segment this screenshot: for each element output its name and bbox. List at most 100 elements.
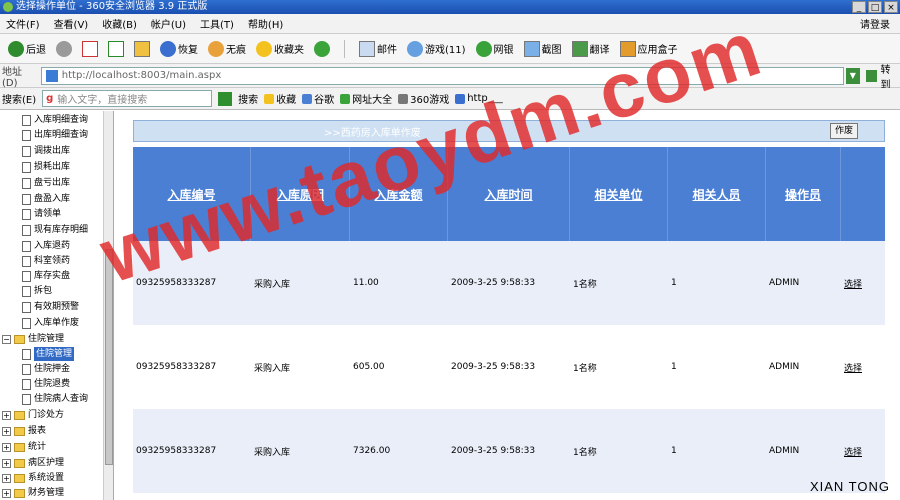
expand-icon: + xyxy=(2,410,11,420)
tree-item[interactable]: 盘亏出库 xyxy=(22,176,70,190)
tree-item[interactable]: 损耗出库 xyxy=(22,160,70,174)
cell-amount: 7326.00 xyxy=(353,446,391,456)
column-header[interactable]: 入库原因 xyxy=(251,147,350,241)
tree-item[interactable]: 住院退费 xyxy=(22,377,70,391)
tree-folder[interactable]: + 系统设置 xyxy=(2,471,64,485)
fav-360games[interactable]: 360游戏 xyxy=(398,91,449,106)
search-engine-icon: g xyxy=(46,93,54,104)
fav-google[interactable]: 谷歌 xyxy=(302,91,334,106)
window-titlebar: 选择操作单位 - 360安全浏览器 3.9 正式版 _ □ × xyxy=(0,0,900,14)
tree-item[interactable]: 出库明细查询 xyxy=(22,128,88,142)
search-button[interactable]: 搜索 xyxy=(238,91,258,106)
fav-sites[interactable]: 网址大全 xyxy=(340,91,392,106)
table-row: 09325958333287 采购入库 11.00 2009-3-25 9:58… xyxy=(133,241,885,325)
tree-item[interactable]: 入库退药 xyxy=(22,239,70,253)
menu-account[interactable]: 帐户(U) xyxy=(151,16,186,31)
private-mode-button[interactable]: 无痕 xyxy=(206,40,248,57)
gamepad-icon xyxy=(398,93,409,104)
go-arrow-icon xyxy=(865,69,878,82)
tree-item[interactable]: 现有库存明细 xyxy=(22,223,88,237)
tree-item-selected[interactable]: 住院管理 xyxy=(22,347,75,361)
translate-icon xyxy=(571,40,588,57)
document-icon xyxy=(22,378,31,390)
cell-person: 1 xyxy=(671,446,677,456)
home-button[interactable] xyxy=(132,40,152,57)
menu-favorites[interactable]: 收藏(B) xyxy=(102,16,137,31)
tree-item[interactable]: 入库单作废 xyxy=(22,316,79,330)
document-icon xyxy=(22,255,31,267)
tree-folder[interactable]: + 病区护理 xyxy=(2,456,64,470)
tree-item[interactable]: 盘盈入库 xyxy=(22,192,70,206)
go-button[interactable]: 转到 xyxy=(865,61,900,91)
minimize-button[interactable]: _ xyxy=(852,1,866,13)
column-header[interactable]: 相关人员 xyxy=(668,147,766,241)
tree-item[interactable]: 科室领药 xyxy=(22,254,70,268)
url-text: http://localhost:8003/main.aspx xyxy=(61,70,222,81)
games-button[interactable]: 游戏(11) xyxy=(405,40,468,57)
sidebar-scrollbar[interactable] xyxy=(103,111,113,500)
app-box-button[interactable]: 应用盒子 xyxy=(618,40,680,57)
url-input[interactable]: http://localhost:8003/main.aspx xyxy=(40,66,844,85)
tree-item[interactable]: 请领单 xyxy=(22,207,61,221)
table-row: 09325958333287 采购入库 7326.00 2009-3-25 9:… xyxy=(133,409,885,493)
menu-help[interactable]: 帮助(H) xyxy=(248,16,283,31)
menu-tools[interactable]: 工具(T) xyxy=(200,16,234,31)
forward-button[interactable] xyxy=(54,40,74,57)
screenshot-button[interactable]: 截图 xyxy=(522,40,564,57)
tree-folder[interactable]: + 统计 xyxy=(2,440,46,454)
game-icon xyxy=(407,40,423,57)
maximize-button[interactable]: □ xyxy=(868,1,882,13)
receipt-table: 入库编号 入库原因 入库金额 入库时间 相关单位 相关人员 操作员 093259… xyxy=(133,147,885,493)
tree-item[interactable]: 住院病人查询 xyxy=(22,392,88,406)
fav-http[interactable]: http___ xyxy=(455,93,503,104)
google-icon xyxy=(302,93,313,104)
expand-icon: + xyxy=(2,458,11,468)
search-go-icon[interactable] xyxy=(218,91,233,106)
cell-reason: 采购入库 xyxy=(254,363,291,374)
mail-button[interactable]: 邮件 xyxy=(357,40,399,57)
tree-item[interactable]: 入库明细查询 xyxy=(22,113,88,127)
column-header[interactable]: 入库金额 xyxy=(350,147,448,241)
close-button[interactable]: × xyxy=(884,1,898,13)
tree-item[interactable]: 调拨出库 xyxy=(22,144,70,158)
menu-file[interactable]: 文件(F) xyxy=(6,16,40,31)
document-icon xyxy=(22,161,31,173)
bank-icon xyxy=(475,40,492,57)
scrollbar-thumb[interactable] xyxy=(105,249,113,465)
fav-collect[interactable]: 收藏 xyxy=(264,91,296,106)
void-button[interactable]: 作废 xyxy=(830,123,858,139)
tree-item[interactable]: 拆包 xyxy=(22,284,52,298)
translate-button[interactable]: 翻译 xyxy=(570,40,612,57)
netbank-button[interactable]: 网银 xyxy=(474,40,516,57)
search-input[interactable]: g 输入文字，直接搜索 xyxy=(42,90,213,107)
refresh-button[interactable] xyxy=(106,40,126,57)
favorites-button[interactable]: 收藏夹 xyxy=(254,40,306,57)
back-button[interactable]: 后退 xyxy=(6,40,48,57)
search-label: 搜索(E) xyxy=(2,95,37,106)
tree-folder[interactable]: + 财务管理 xyxy=(2,486,64,500)
column-header[interactable]: 入库编号 xyxy=(133,147,251,241)
url-dropdown-button[interactable]: ▼ xyxy=(846,67,860,84)
tree-folder[interactable]: + 门诊处方 xyxy=(2,408,64,422)
tree-folder-inpatient[interactable]: − 住院管理 xyxy=(2,332,64,346)
select-link[interactable]: 选择 xyxy=(841,445,885,458)
tree-item[interactable]: 有效期预警 xyxy=(22,300,79,314)
column-header[interactable]: 相关单位 xyxy=(570,147,668,241)
ie-page-icon xyxy=(455,93,466,104)
tree-item[interactable]: 库存实盘 xyxy=(22,269,70,283)
folder-icon xyxy=(14,442,25,452)
cell-amount: 605.00 xyxy=(353,362,385,372)
forward-arrow-icon xyxy=(56,40,72,57)
select-link[interactable]: 选择 xyxy=(841,277,885,290)
stop-button[interactable] xyxy=(80,40,100,57)
column-header[interactable]: 入库时间 xyxy=(448,147,570,241)
menu-view[interactable]: 查看(V) xyxy=(54,16,89,31)
restore-button[interactable]: 恢复 xyxy=(158,40,200,57)
tree-item[interactable]: 住院押金 xyxy=(22,362,70,376)
login-link[interactable]: 请登录 xyxy=(860,16,890,31)
tree-folder[interactable]: + 报表 xyxy=(2,424,46,438)
column-header[interactable]: 操作员 xyxy=(766,147,841,241)
select-link[interactable]: 选择 xyxy=(841,361,885,374)
add-favorite-button[interactable] xyxy=(312,40,332,57)
document-icon xyxy=(22,393,31,405)
